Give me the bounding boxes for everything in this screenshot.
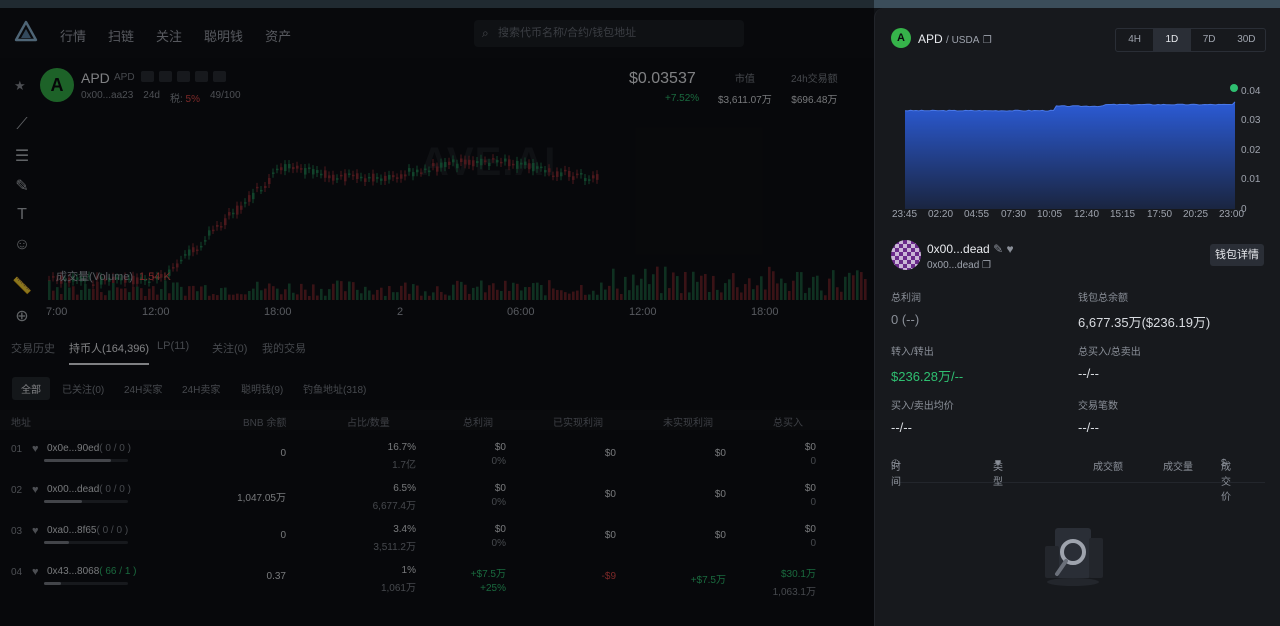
- pair-base: APD: [918, 32, 943, 46]
- field-trade-count: 交易笔数 --/--: [1078, 397, 1118, 435]
- wallet-address: 0x00...dead ❐: [927, 260, 991, 271]
- interval-7d[interactable]: 7D: [1191, 29, 1228, 51]
- wallet-detail-panel: A APD / USDA ❐ 4H 1D 7D 30D 0.04 0.03 0.…: [874, 8, 1280, 626]
- price-area: [905, 101, 1235, 209]
- field-value: 0 (--): [891, 312, 920, 327]
- x-tick: 02:20: [928, 209, 954, 220]
- field-value: 6,677.35万($236.19万): [1078, 315, 1211, 330]
- wallet-details-button[interactable]: 钱包详情: [1210, 244, 1264, 266]
- pair-token-avatar: A: [891, 28, 911, 48]
- wallet-avatar: [891, 240, 921, 270]
- modal-backdrop[interactable]: [0, 0, 874, 626]
- field-label: 交易笔数: [1078, 401, 1118, 412]
- copy-icon[interactable]: ❐: [983, 35, 992, 46]
- field-total-profit: 总利润 0 (--): [891, 289, 921, 327]
- x-tick: 12:40: [1074, 209, 1100, 220]
- col-amount: 成交额: [1093, 462, 1123, 473]
- x-tick: 23:00: [1219, 209, 1245, 220]
- currency-toggle-icon: $: [1221, 458, 1227, 469]
- x-tick: 17:50: [1147, 209, 1173, 220]
- field-label: 总利润: [891, 293, 921, 304]
- field-buy-sell-total: 总买入/总卖出 --/--: [1078, 343, 1141, 381]
- mini-chart-x-axis: 23:45 02:20 04:55 07:30 10:05 12:40 15:1…: [891, 209, 1245, 223]
- field-label: 买入/卖出均价: [891, 401, 954, 412]
- filter-icon: ▼: [993, 458, 1003, 469]
- x-tick: 23:45: [892, 209, 918, 220]
- interval-1d[interactable]: 1D: [1153, 29, 1191, 51]
- interval-30d[interactable]: 30D: [1228, 29, 1265, 51]
- wallet-address-text: 0x00...dead: [927, 260, 980, 271]
- x-tick: 04:55: [964, 209, 990, 220]
- trades-table-header: 时间 ◷ 类型 ▼ 成交额 成交量 成交价 $: [891, 458, 1265, 503]
- x-tick: 20:25: [1183, 209, 1209, 220]
- interval-4h[interactable]: 4H: [1116, 29, 1153, 51]
- clock-icon: ◷: [891, 458, 900, 469]
- field-value: --/--: [891, 420, 912, 435]
- edit-icon[interactable]: ✎: [993, 242, 1003, 256]
- field-label: 转入/转出: [891, 347, 934, 358]
- x-tick: 10:05: [1037, 209, 1063, 220]
- y-tick: 0.01: [1241, 174, 1261, 185]
- empty-state-icon: [1045, 528, 1103, 586]
- field-wallet-balance: 钱包总余额 6,677.35万($236.19万): [1078, 289, 1210, 331]
- x-tick: 07:30: [1001, 209, 1027, 220]
- y-tick: 0.03: [1241, 115, 1261, 126]
- interval-selector: 4H 1D 7D 30D: [1115, 28, 1266, 52]
- pair-name: APD / USDA ❐: [918, 32, 992, 46]
- x-tick: 15:15: [1110, 209, 1136, 220]
- pair-quote: / USDA: [946, 35, 980, 46]
- heart-icon[interactable]: ♥: [1006, 242, 1013, 256]
- latest-point-marker: [1230, 84, 1238, 92]
- col-volume: 成交量: [1163, 462, 1193, 473]
- field-transfer: 转入/转出 $236.28万/--: [891, 343, 963, 385]
- wallet-name-text: 0x00...dead: [927, 242, 990, 256]
- field-value: --/--: [1078, 366, 1099, 381]
- y-tick: 0.04: [1241, 86, 1261, 97]
- price-area-chart[interactable]: 0.04 0.03 0.02 0.01 0: [891, 72, 1271, 212]
- wallet-name: 0x00...dead ✎ ♥: [927, 242, 1014, 256]
- field-value: --/--: [1078, 420, 1099, 435]
- field-label: 钱包总余额: [1078, 293, 1128, 304]
- field-avg-price: 买入/卖出均价 --/--: [891, 397, 954, 435]
- field-label: 总买入/总卖出: [1078, 347, 1141, 358]
- field-value: $236.28万/--: [891, 369, 964, 384]
- y-tick: 0.02: [1241, 145, 1261, 156]
- copy-icon[interactable]: ❐: [982, 260, 991, 271]
